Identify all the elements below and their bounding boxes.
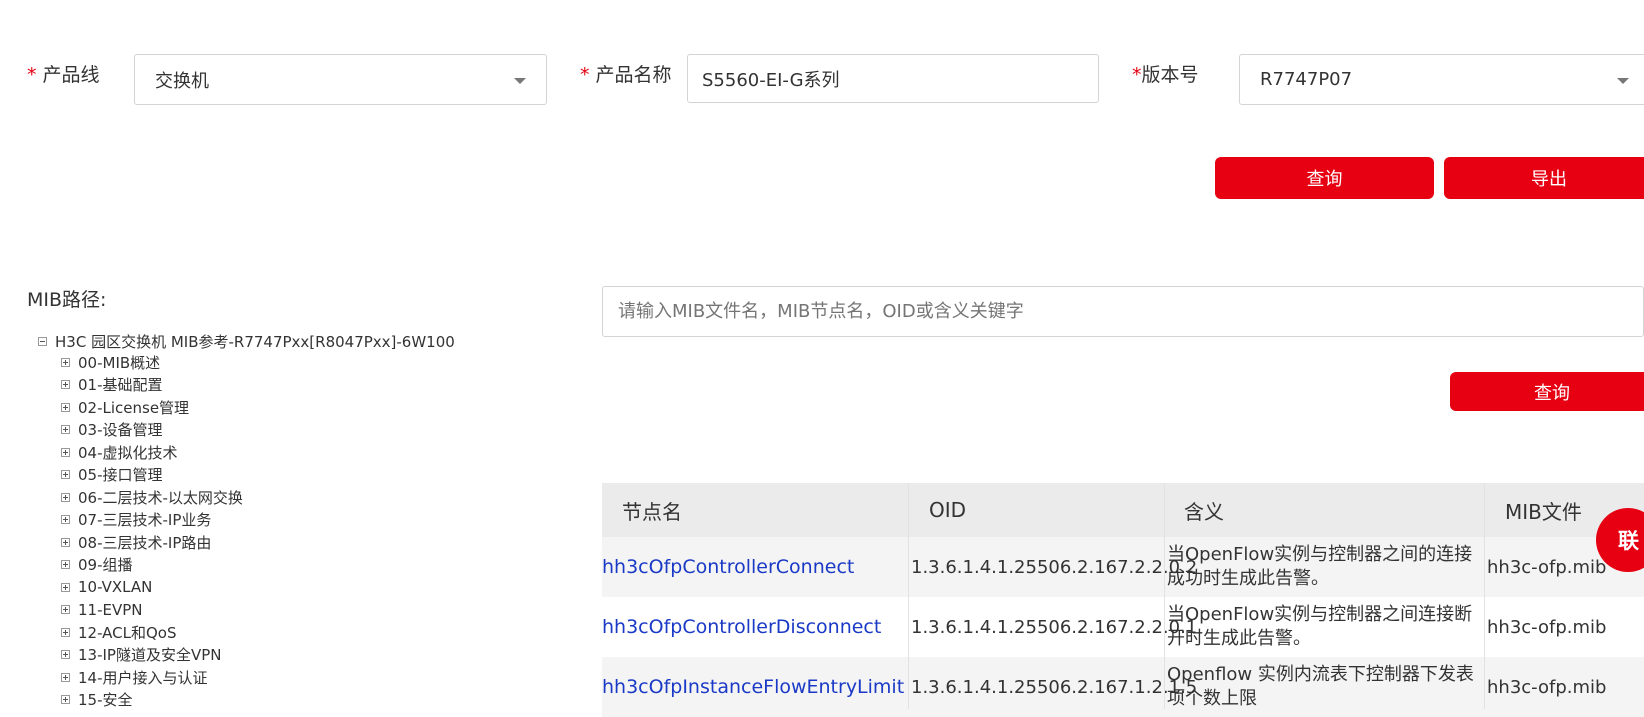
expand-icon[interactable] xyxy=(61,650,70,660)
product-line-select[interactable]: 交换机 xyxy=(134,54,547,105)
header-oid: OID xyxy=(908,483,1164,537)
expand-icon[interactable] xyxy=(61,380,70,390)
product-name-label: * 产品名称 xyxy=(580,64,672,86)
table-row: hh3cOfpInstanceFlowEntryLimit 1.3.6.1.4.… xyxy=(602,657,1644,717)
meaning-cell: 当OpenFlow实例与控制器之间连接断开时生成此告警。 xyxy=(1167,604,1473,649)
tree-item[interactable]: 07-三层技术-IP业务 xyxy=(61,509,243,532)
product-name-input[interactable]: S5560-EI-G系列 xyxy=(687,54,1099,103)
column-divider xyxy=(1164,483,1165,709)
expand-icon[interactable] xyxy=(61,627,70,637)
column-divider xyxy=(1484,483,1485,709)
export-button[interactable]: 导出 xyxy=(1444,157,1644,199)
tree-item[interactable]: 13-IP隧道及安全VPN xyxy=(61,644,243,667)
tree-item[interactable]: 05-接口管理 xyxy=(61,464,243,487)
oid-cell: 1.3.6.1.4.1.25506.2.167.2.2.0.1 xyxy=(911,616,1198,638)
tree-item[interactable]: 02-License管理 xyxy=(61,396,243,419)
mib-file-cell: hh3c-ofp.mib xyxy=(1487,676,1607,698)
oid-cell: 1.3.6.1.4.1.25506.2.167.1.2.1.5 xyxy=(911,676,1198,698)
header-node: 节点名 xyxy=(602,483,908,537)
product-line-value: 交换机 xyxy=(155,70,209,92)
tree-item[interactable]: 00-MIB概述 xyxy=(61,351,243,374)
expand-icon[interactable] xyxy=(61,672,70,682)
version-select[interactable]: R7747P07 xyxy=(1239,54,1644,105)
expand-icon[interactable] xyxy=(61,425,70,435)
chevron-down-icon xyxy=(514,78,526,84)
node-link[interactable]: hh3cOfpControllerDisconnect xyxy=(602,597,908,657)
tree-item[interactable]: 03-设备管理 xyxy=(61,419,243,442)
tree-item[interactable]: 10-VXLAN xyxy=(61,576,243,599)
expand-icon[interactable] xyxy=(61,357,70,367)
search-button[interactable]: 查询 xyxy=(1450,372,1644,411)
column-divider xyxy=(908,483,909,709)
version-label: *版本号 xyxy=(1132,64,1199,86)
expand-icon[interactable] xyxy=(61,605,70,615)
query-button[interactable]: 查询 xyxy=(1215,157,1434,199)
tree-item[interactable]: 15-安全 xyxy=(61,689,243,712)
tree-root[interactable]: H3C 园区交换机 MIB参考-R7747Pxx[R8047Pxx]-6W100 xyxy=(38,331,455,352)
node-link[interactable]: hh3cOfpControllerConnect xyxy=(602,537,908,597)
tree-item[interactable]: 06-二层技术-以太网交换 xyxy=(61,486,243,509)
collapse-icon[interactable] xyxy=(38,337,47,346)
expand-icon[interactable] xyxy=(61,560,70,570)
expand-icon[interactable] xyxy=(61,402,70,412)
meaning-cell: Openflow 实例内流表下控制器下发表项个数上限 xyxy=(1167,664,1474,709)
mib-file-cell: hh3c-ofp.mib xyxy=(1487,616,1607,638)
product-line-label: * 产品线 xyxy=(27,64,100,86)
expand-icon[interactable] xyxy=(61,492,70,502)
expand-icon[interactable] xyxy=(61,470,70,480)
mib-path-label: MIB路径: xyxy=(27,289,107,311)
tree-item[interactable]: 01-基础配置 xyxy=(61,374,243,397)
node-link[interactable]: hh3cOfpInstanceFlowEntryLimit xyxy=(602,657,908,717)
chevron-down-icon xyxy=(1617,78,1629,84)
tree-children: 00-MIB概述 01-基础配置 02-License管理 03-设备管理 04… xyxy=(61,351,243,711)
search-input[interactable] xyxy=(602,286,1644,337)
expand-icon[interactable] xyxy=(61,695,70,705)
tree-item[interactable]: 04-虚拟化技术 xyxy=(61,441,243,464)
tree-item[interactable]: 11-EVPN xyxy=(61,599,243,622)
tree-item[interactable]: 09-组播 xyxy=(61,554,243,577)
product-name-value: S5560-EI-G系列 xyxy=(702,69,840,91)
tree-item[interactable]: 14-用户接入与认证 xyxy=(61,666,243,689)
table-row: hh3cOfpControllerConnect 1.3.6.1.4.1.255… xyxy=(602,537,1644,597)
table-row: hh3cOfpControllerDisconnect 1.3.6.1.4.1.… xyxy=(602,597,1644,657)
expand-icon[interactable] xyxy=(61,537,70,547)
tree-root-label: H3C 园区交换机 MIB参考-R7747Pxx[R8047Pxx]-6W100 xyxy=(55,333,455,351)
header-meaning: 含义 xyxy=(1164,483,1484,537)
version-value: R7747P07 xyxy=(1260,69,1353,90)
oid-cell: 1.3.6.1.4.1.25506.2.167.2.2.0.2 xyxy=(911,556,1198,578)
expand-icon[interactable] xyxy=(61,447,70,457)
expand-icon[interactable] xyxy=(61,582,70,592)
tree-item[interactable]: 12-ACL和QoS xyxy=(61,621,243,644)
meaning-cell: 当OpenFlow实例与控制器之间的连接成功时生成此告警。 xyxy=(1167,544,1473,589)
expand-icon[interactable] xyxy=(61,515,70,525)
tree-item[interactable]: 08-三层技术-IP路由 xyxy=(61,531,243,554)
